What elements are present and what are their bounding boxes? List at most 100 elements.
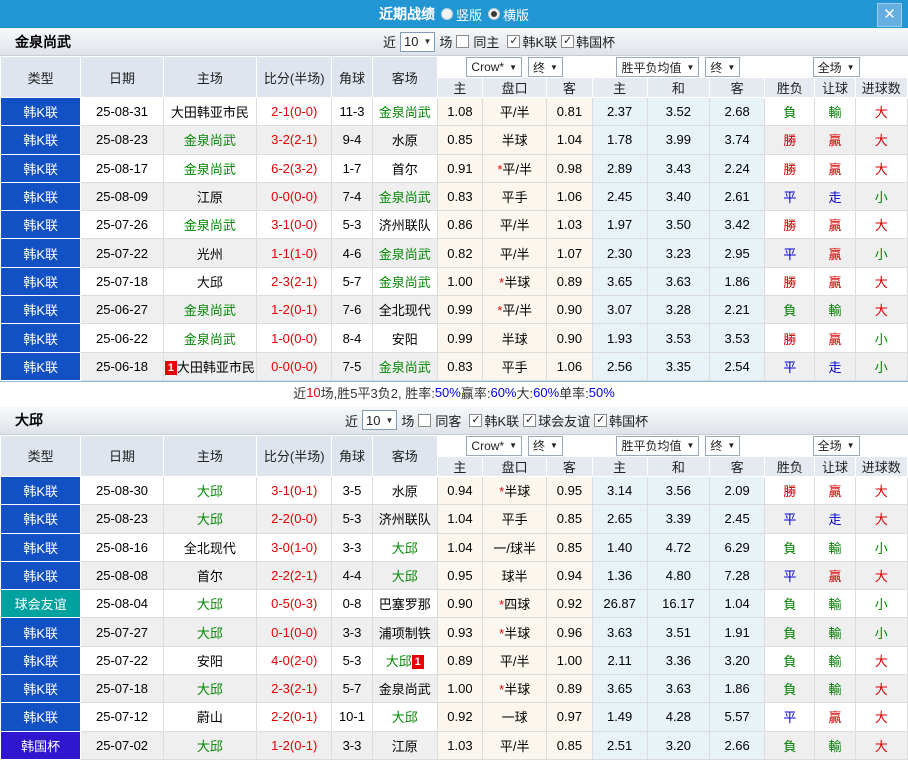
avg-odds-select[interactable]: 胜平负均值 ▼ xyxy=(616,435,700,456)
handicap-home-odds: 1.00 xyxy=(436,674,484,704)
radio-selected-icon[interactable] xyxy=(488,8,500,20)
radio-vertical-label: 竖版 xyxy=(455,7,482,23)
score: 2-2(2-1) xyxy=(256,560,333,591)
column-header: 比分(半场) xyxy=(256,434,333,477)
handicap-home-odds: 1.04 xyxy=(436,504,484,534)
result-handicap: 走 xyxy=(814,504,856,534)
avg-odds-select[interactable]: 胜平负均值 ▼ xyxy=(616,57,700,77)
match-date: 25-06-22 xyxy=(80,323,164,353)
league-type-badge: 韩K联 xyxy=(0,352,82,381)
result-goals: 小 xyxy=(854,532,908,562)
handicap-away-odds: 0.85 xyxy=(546,504,593,534)
column-subheader: 主 xyxy=(436,455,484,477)
result-handicap: 贏 xyxy=(814,238,856,268)
away-team: 金泉尚武 xyxy=(371,96,438,127)
odds-final-select[interactable]: 终 ▼ xyxy=(528,435,563,456)
odds-final-select[interactable]: 终 ▼ xyxy=(528,57,563,77)
column-subheader: 和 xyxy=(646,455,711,477)
avg-home-odds: 2.65 xyxy=(591,504,648,534)
avg-home-odds: 3.65 xyxy=(591,674,648,704)
result-handicap: 贏 xyxy=(814,210,856,240)
result-goals: 大 xyxy=(854,475,908,506)
result-winlose: 平 xyxy=(764,702,816,732)
home-team: 江原 xyxy=(162,181,258,212)
avg-final-select[interactable]: 终 ▼ xyxy=(705,57,741,77)
result-winlose: 負 xyxy=(764,96,816,127)
result-winlose: 負 xyxy=(764,589,816,619)
home-team-summary: 近 10 场,胜5平3负2, 胜率: 50% 赢率: 60% 大: 60% 单率: 50% xyxy=(0,380,908,404)
league-label: 韩K联 xyxy=(522,35,558,50)
avg-draw-odds: 3.63 xyxy=(646,266,711,297)
avg-draw-odds: 3.23 xyxy=(646,238,711,268)
handicap-away-odds: 0.95 xyxy=(546,475,593,506)
result-goals: 大 xyxy=(854,266,908,297)
league-checkbox[interactable] xyxy=(523,413,537,427)
match-date: 25-07-26 xyxy=(80,210,164,240)
league-checkbox[interactable] xyxy=(469,413,483,427)
column-subheader: 客 xyxy=(546,455,593,477)
layout-radio-horizontal[interactable]: 横版 xyxy=(488,5,529,24)
match-date: 25-08-04 xyxy=(80,589,164,619)
match-count-select[interactable]: 10 ▼ xyxy=(400,31,436,52)
summary-segment: 大: xyxy=(516,386,534,402)
avg-home-odds: 1.40 xyxy=(591,532,648,562)
match-date: 25-08-08 xyxy=(80,560,164,591)
league-type-badge: 韩K联 xyxy=(0,504,82,534)
score: 4-0(2-0) xyxy=(256,645,333,676)
fullmatch-select[interactable]: 全场 ▼ xyxy=(812,57,860,77)
handicap-home-odds: 1.00 xyxy=(436,266,484,297)
handicap-line: 平手 xyxy=(482,181,548,212)
corner-count: 3-5 xyxy=(331,475,373,506)
league-type-badge: 韩K联 xyxy=(0,702,82,732)
score: 6-2(3-2) xyxy=(256,153,333,183)
home-team-name: 金泉尚武 xyxy=(15,33,71,50)
result-goals: 大 xyxy=(854,96,908,127)
avg-final-select[interactable]: 终 ▼ xyxy=(705,435,741,456)
same-venue-checkbox[interactable] xyxy=(456,35,470,48)
handicap-home-odds: 1.08 xyxy=(436,96,484,127)
league-checkbox[interactable] xyxy=(594,413,608,427)
match-date: 25-08-23 xyxy=(80,504,164,534)
dialog-title: 近期战绩 xyxy=(378,6,435,22)
league-checkbox[interactable] xyxy=(561,35,575,48)
column-subheader: 胜负 xyxy=(764,77,816,98)
result-handicap: 贏 xyxy=(814,702,856,732)
avg-draw-odds: 3.40 xyxy=(646,181,711,212)
column-subheader: 主 xyxy=(591,77,648,98)
league-type-badge: 韩K联 xyxy=(0,267,82,297)
match-row: 韩K联 25-07-22 光州 1-1(1-0) 4-6 金泉尚武 0.82 平/半 1.07 2… xyxy=(0,238,908,268)
score: 1-1(1-0) xyxy=(256,238,333,268)
handicap-home-odds: 0.89 xyxy=(436,645,484,676)
avg-away-odds: 2.68 xyxy=(709,96,766,127)
fullmatch-select[interactable]: 全场 ▼ xyxy=(812,435,860,456)
corner-count: 10-1 xyxy=(331,702,373,732)
result-winlose: 負 xyxy=(764,532,816,562)
match-row: 韩K联 25-06-27 金泉尚武 1-2(0-1) 7-6 全北现代 0.99 *平/半 0.… xyxy=(0,295,908,325)
handicap-line: 平/半 xyxy=(482,210,548,240)
layout-radio-vertical[interactable]: 竖版 xyxy=(440,5,482,24)
handicap-home-odds: 0.86 xyxy=(436,210,484,240)
odds-source-select[interactable]: Crow* ▼ xyxy=(466,57,522,77)
handicap-line: 平手 xyxy=(482,504,548,534)
league-checkbox[interactable] xyxy=(507,35,521,48)
close-icon[interactable]: ✕ xyxy=(877,3,902,27)
corner-count: 9-4 xyxy=(331,125,373,155)
match-row: 韩K联 25-07-18 大邱 2-3(2-1) 5-7 金泉尚武 1.00 *半球 0.89 3… xyxy=(0,266,908,297)
handicap-away-odds: 0.90 xyxy=(546,295,593,325)
same-venue-checkbox[interactable] xyxy=(418,413,432,427)
away-team: 全北现代 xyxy=(371,295,438,325)
result-winlose: 勝 xyxy=(764,475,816,506)
odds-source-select[interactable]: Crow* ▼ xyxy=(466,435,522,456)
corner-count: 5-3 xyxy=(331,210,373,240)
near-label: 近 xyxy=(383,35,397,50)
summary-segment: 赢率: xyxy=(460,386,491,402)
column-subheader: 进球数 xyxy=(854,455,908,477)
league-type-badge: 韩K联 xyxy=(0,97,82,127)
league-label: 韩国杯 xyxy=(609,413,649,429)
avg-away-odds: 7.28 xyxy=(709,560,766,591)
away-team: 大邱 xyxy=(371,532,438,562)
match-count-select[interactable]: 10 ▼ xyxy=(362,410,398,431)
handicap-line: 半球 xyxy=(482,323,548,353)
corner-count: 5-7 xyxy=(331,674,373,704)
radio-icon[interactable] xyxy=(440,8,453,20)
